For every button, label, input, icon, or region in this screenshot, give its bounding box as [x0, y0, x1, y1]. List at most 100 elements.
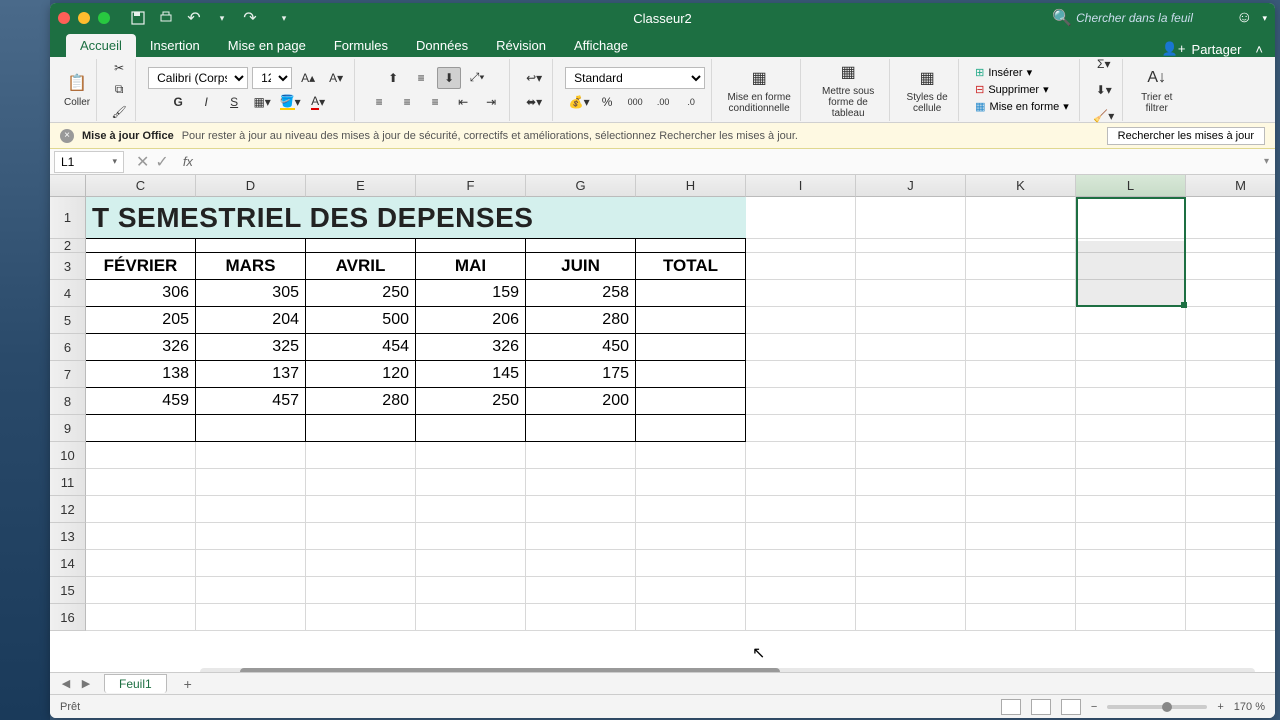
cell-I5[interactable] [746, 307, 856, 334]
cell-E7[interactable]: 120 [306, 361, 416, 388]
cell-D8[interactable]: 457 [196, 388, 306, 415]
cell-E3[interactable]: AVRIL [306, 253, 416, 280]
borders-icon[interactable]: ▦▾ [250, 91, 274, 113]
cell-G7[interactable]: 175 [526, 361, 636, 388]
cell-G6[interactable]: 450 [526, 334, 636, 361]
spreadsheet-grid[interactable]: CDEFGHIJKLM 12345678910111213141516 T SE… [50, 175, 1275, 653]
cell-M15[interactable] [1186, 577, 1275, 604]
page-break-view-icon[interactable] [1061, 699, 1081, 715]
cell-J7[interactable] [856, 361, 966, 388]
cell-F13[interactable] [416, 523, 526, 550]
cell-J3[interactable] [856, 253, 966, 280]
cell-H11[interactable] [636, 469, 746, 496]
tab-accueil[interactable]: Accueil [66, 34, 136, 57]
fill-color-icon[interactable]: 🪣▾ [278, 91, 302, 113]
decrease-decimal-icon[interactable]: .0 [679, 91, 703, 113]
cell-L16[interactable] [1076, 604, 1186, 631]
wrap-text-icon[interactable]: ↩▾ [522, 67, 546, 89]
cell-C16[interactable] [86, 604, 196, 631]
cell-L1[interactable] [1076, 197, 1186, 239]
cell-E15[interactable] [306, 577, 416, 604]
cell-styles-button[interactable]: ▦ Styles de cellule [902, 66, 952, 114]
bold-button[interactable]: G [166, 91, 190, 113]
cut-icon[interactable]: ✂ [107, 59, 131, 77]
smiley-dropdown-icon[interactable]: ▾ [1262, 13, 1267, 24]
cell-E2[interactable] [306, 239, 416, 253]
font-size-select[interactable]: 12 [252, 67, 292, 89]
cell-C1[interactable]: T SEMESTRIEL DES DEPENSES [86, 197, 746, 239]
paste-button[interactable]: 📋 Coller [64, 71, 90, 108]
cell-G5[interactable]: 280 [526, 307, 636, 334]
merge-cells-icon[interactable]: ⬌▾ [522, 91, 546, 113]
increase-font-icon[interactable]: A▴ [296, 67, 320, 89]
tab-insertion[interactable]: Insertion [136, 34, 214, 57]
cell-G10[interactable] [526, 442, 636, 469]
font-color-icon[interactable]: A▾ [306, 91, 330, 113]
orientation-icon[interactable]: ⤢▾ [465, 67, 489, 89]
cell-F16[interactable] [416, 604, 526, 631]
cell-G14[interactable] [526, 550, 636, 577]
cell-L8[interactable] [1076, 388, 1186, 415]
cell-G4[interactable]: 258 [526, 280, 636, 307]
next-sheet-icon[interactable]: ▶ [78, 676, 94, 692]
cell-C4[interactable]: 306 [86, 280, 196, 307]
conditional-formatting-button[interactable]: ▦ Mise en forme conditionnelle [724, 66, 794, 114]
cell-I15[interactable] [746, 577, 856, 604]
cell-F6[interactable]: 326 [416, 334, 526, 361]
cell-I1[interactable] [746, 197, 856, 239]
cell-C10[interactable] [86, 442, 196, 469]
fx-icon[interactable]: fx [177, 154, 199, 169]
cell-L2[interactable] [1076, 239, 1186, 253]
cell-I10[interactable] [746, 442, 856, 469]
cancel-formula-icon[interactable]: ✕ [136, 152, 149, 172]
cell-K13[interactable] [966, 523, 1076, 550]
cell-C6[interactable]: 326 [86, 334, 196, 361]
cell-I4[interactable] [746, 280, 856, 307]
cell-J11[interactable] [856, 469, 966, 496]
cell-F3[interactable]: MAI [416, 253, 526, 280]
cell-I9[interactable] [746, 415, 856, 442]
cell-M7[interactable] [1186, 361, 1275, 388]
number-format-select[interactable]: Standard [565, 67, 705, 89]
close-message-icon[interactable]: × [60, 129, 74, 143]
cell-M10[interactable] [1186, 442, 1275, 469]
col-header-D[interactable]: D [196, 175, 306, 197]
tab-affichage[interactable]: Affichage [560, 34, 642, 57]
row-header-8[interactable]: 8 [50, 388, 86, 415]
cell-L11[interactable] [1076, 469, 1186, 496]
cell-L9[interactable] [1076, 415, 1186, 442]
cell-F14[interactable] [416, 550, 526, 577]
cell-K12[interactable] [966, 496, 1076, 523]
cell-I12[interactable] [746, 496, 856, 523]
format-painter-icon[interactable]: 🖌 [107, 103, 131, 121]
cell-C8[interactable]: 459 [86, 388, 196, 415]
tab-revision[interactable]: Révision [482, 34, 560, 57]
align-middle-icon[interactable]: ≡ [409, 67, 433, 89]
row-header-7[interactable]: 7 [50, 361, 86, 388]
search-box[interactable]: 🔍 [1052, 8, 1226, 28]
cell-M3[interactable] [1186, 253, 1275, 280]
cell-M12[interactable] [1186, 496, 1275, 523]
cell-J13[interactable] [856, 523, 966, 550]
cell-K6[interactable] [966, 334, 1076, 361]
cell-M1[interactable] [1186, 197, 1275, 239]
cell-I3[interactable] [746, 253, 856, 280]
select-all-corner[interactable] [50, 175, 86, 197]
tab-mise-en-page[interactable]: Mise en page [214, 34, 320, 57]
search-input[interactable] [1076, 11, 1226, 25]
cell-D6[interactable]: 325 [196, 334, 306, 361]
name-box[interactable]: L1▾ [54, 151, 124, 173]
cell-M6[interactable] [1186, 334, 1275, 361]
underline-button[interactable]: S [222, 91, 246, 113]
cell-L15[interactable] [1076, 577, 1186, 604]
confirm-formula-icon[interactable]: ✓ [155, 152, 168, 172]
cell-I11[interactable] [746, 469, 856, 496]
col-header-G[interactable]: G [526, 175, 636, 197]
row-header-15[interactable]: 15 [50, 577, 86, 604]
tab-formules[interactable]: Formules [320, 34, 402, 57]
cell-E13[interactable] [306, 523, 416, 550]
insert-cells-button[interactable]: ⊞Insérer ▾ [971, 65, 1073, 80]
cell-J14[interactable] [856, 550, 966, 577]
add-sheet-button[interactable]: + [179, 675, 197, 693]
cell-K5[interactable] [966, 307, 1076, 334]
